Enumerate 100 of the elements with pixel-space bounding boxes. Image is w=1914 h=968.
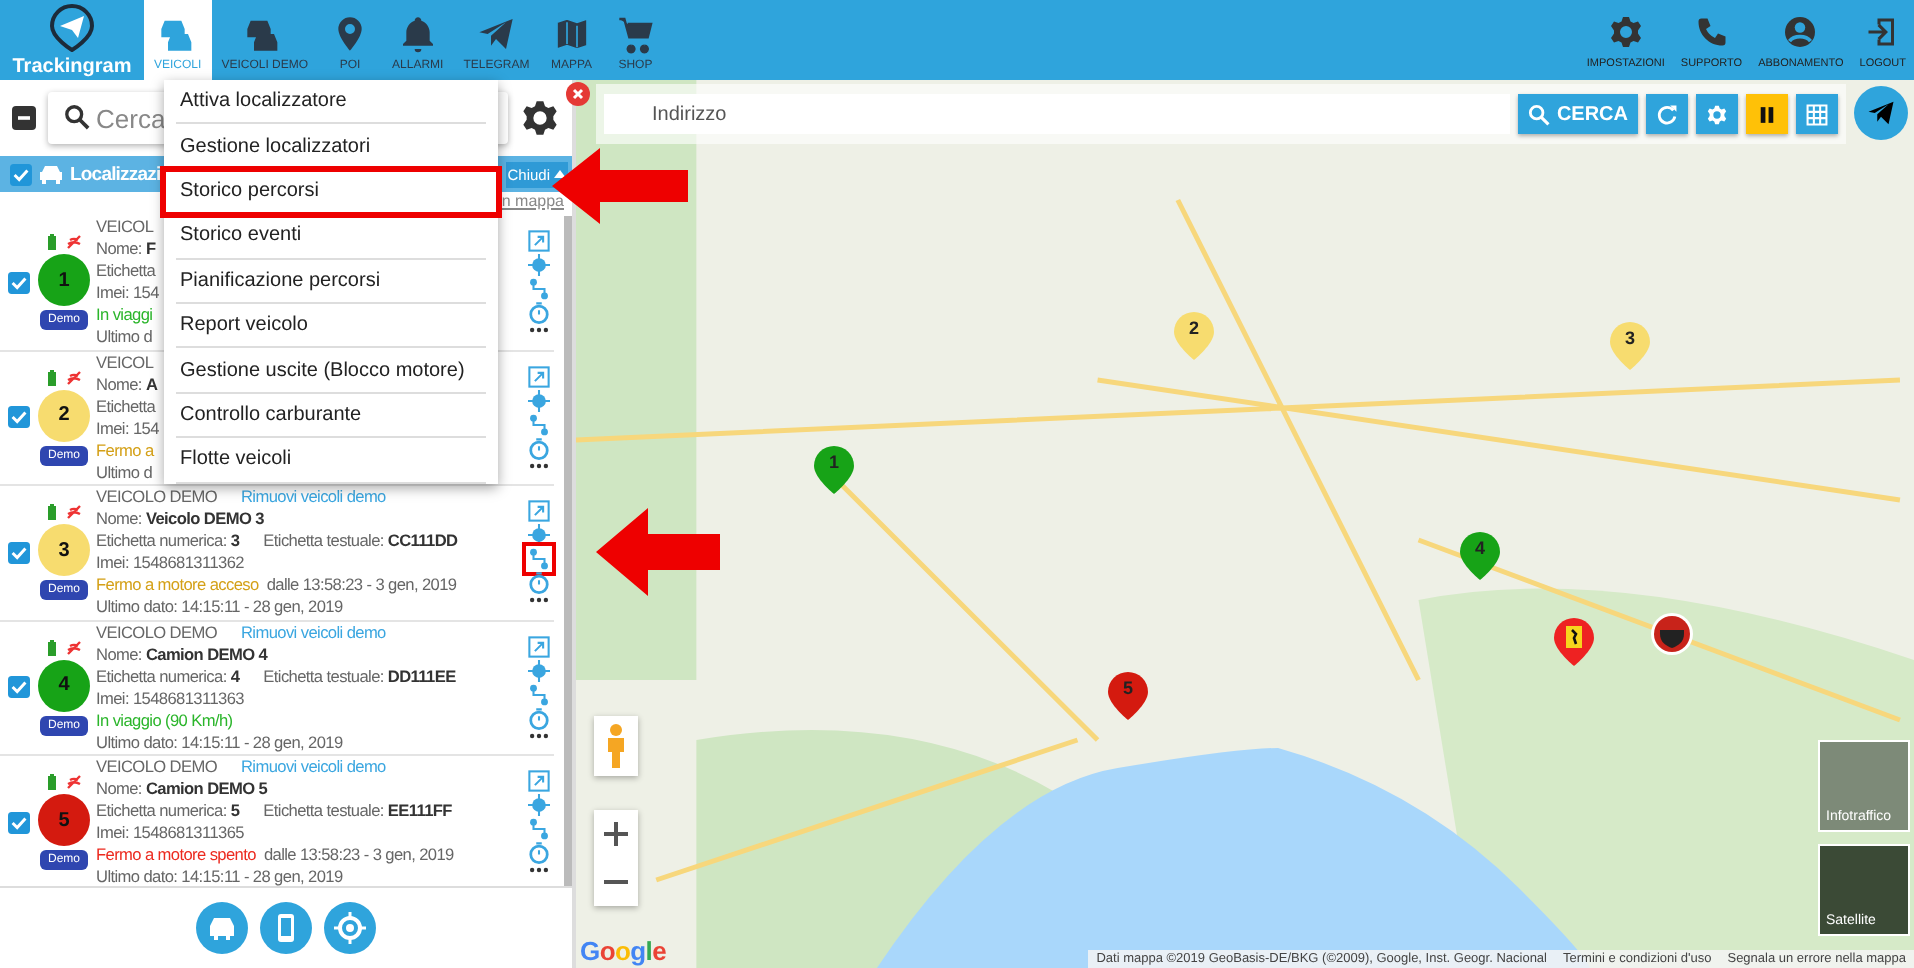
vehicle-status: In viaggi <box>96 304 153 327</box>
status-time: dalle 13:58:23 - 3 gen, 2019 <box>263 844 454 867</box>
expand-icon[interactable] <box>527 500 549 523</box>
more-icon[interactable] <box>527 731 549 740</box>
menu-item[interactable]: Storico percorsi <box>164 169 498 215</box>
caret-icon <box>554 170 566 178</box>
route-icon[interactable] <box>527 683 549 706</box>
last-data: Ultimo d <box>96 461 155 484</box>
settings-icon[interactable] <box>520 98 560 138</box>
menu-item[interactable]: Gestione localizzatori <box>176 124 486 170</box>
more-icon[interactable] <box>527 326 549 335</box>
map-logo: Google <box>580 936 667 966</box>
gear-icon <box>1607 14 1644 50</box>
expand-icon[interactable] <box>527 230 549 253</box>
vehicle-label: Etichetta numerica: 5 <box>96 800 240 823</box>
signal-off-icon <box>65 774 81 791</box>
vehicle-name: Nome: Camion DEMO 5 <box>96 778 270 801</box>
vehicle-type: VEICOLO DEMO <box>96 621 217 644</box>
grid-icon <box>1806 103 1828 125</box>
vehicle-status: Fermo a motore spento <box>96 844 256 867</box>
marker-number: 4 <box>1472 538 1487 558</box>
car-icon <box>206 912 238 944</box>
checkbox[interactable] <box>8 811 30 834</box>
pause-button[interactable] <box>1746 94 1788 134</box>
zoom-out-button[interactable] <box>594 858 638 906</box>
menu-item[interactable]: Storico eventi <box>176 214 486 260</box>
crosshair-icon[interactable] <box>527 794 549 817</box>
select-all-checkbox[interactable] <box>12 106 36 130</box>
checkbox[interactable] <box>8 271 30 294</box>
more-icon[interactable] <box>527 866 549 875</box>
plus-icon <box>604 822 628 846</box>
route-icon[interactable] <box>527 278 549 301</box>
marker-number: 5 <box>1120 678 1135 698</box>
signal-off-icon <box>65 504 81 521</box>
expand-icon[interactable] <box>527 770 549 793</box>
checkbox[interactable] <box>8 541 30 564</box>
address-field[interactable]: Indirizzo <box>604 94 1511 134</box>
menu-item[interactable]: Pianificazione percorsi <box>176 259 486 304</box>
battery-icon <box>47 369 55 386</box>
close-icon[interactable] <box>566 82 590 106</box>
route-icon[interactable] <box>527 413 549 436</box>
devices-button[interactable] <box>260 902 312 954</box>
map-link[interactable]: n mappa <box>501 192 564 216</box>
car-icon <box>38 164 64 184</box>
search-icon <box>1528 103 1551 125</box>
logo-text: Trackingram <box>12 55 132 77</box>
expand-icon[interactable] <box>527 635 549 658</box>
map-marker[interactable] <box>812 444 856 496</box>
vehicle-label: Etichetta numerica: 4 <box>96 665 240 688</box>
account-icon <box>1782 14 1819 50</box>
stopwatch-icon[interactable] <box>527 572 549 595</box>
shield-logo-marker-icon[interactable] <box>1650 612 1694 656</box>
map-marker[interactable] <box>1172 310 1216 362</box>
battery-icon <box>47 234 55 251</box>
menu-item[interactable]: Report veicolo <box>176 303 486 349</box>
vehicle-imei: Imei: 1548681311362 <box>96 552 246 575</box>
vehicle-imei: Imei: 154 <box>96 417 161 440</box>
map-drawing[interactable] <box>576 80 1914 968</box>
vehicle-type: VEICOL <box>96 351 154 374</box>
last-data: Ultimo dato: 14:15:11 - 28 gen, 2019 <box>96 866 345 886</box>
menu-item[interactable]: Gestione uscite (Blocco motore) <box>176 348 486 394</box>
map-marker[interactable] <box>1608 320 1652 372</box>
route-icon[interactable] <box>527 818 549 841</box>
checkbox[interactable] <box>10 163 32 185</box>
bell-icon <box>397 14 438 54</box>
signal-off-icon <box>65 234 81 251</box>
menu-item[interactable]: Controllo carburante <box>176 393 486 439</box>
folded-map-icon <box>551 14 592 54</box>
paper-plane-icon <box>476 14 517 54</box>
more-icon[interactable] <box>527 596 549 605</box>
street-view-button[interactable] <box>594 716 638 776</box>
menu-item[interactable]: Attiva localizzatore <box>176 80 486 125</box>
vehicles-button[interactable] <box>196 902 248 954</box>
refresh-button[interactable] <box>1646 94 1688 134</box>
refresh-icon <box>1656 103 1678 125</box>
vehicle-label: Etichetta numerica: 3 <box>96 530 240 553</box>
vehicle-name: Nome: Veicolo DEMO 3 <box>96 508 266 531</box>
map-marker[interactable] <box>1106 670 1150 722</box>
vehicle-status: Fermo a motore acceso <box>96 574 259 597</box>
crosshair-icon[interactable] <box>527 389 549 412</box>
locate-button[interactable] <box>324 902 376 954</box>
menu-item[interactable]: Flotte veicoli <box>176 438 486 484</box>
battery-icon <box>47 504 55 521</box>
vehicle-type: VEICOLO DEMO <box>96 756 217 779</box>
vehicle-marker: 2 <box>38 389 90 442</box>
expand-icon[interactable] <box>527 365 549 388</box>
zoom-in-button[interactable] <box>594 810 638 858</box>
annotation-arrow <box>596 508 720 596</box>
vehicle-name: Nome: Camion DEMO 4 <box>96 643 270 666</box>
pause-icon <box>1756 103 1778 125</box>
map-marker[interactable] <box>1458 530 1502 582</box>
more-icon[interactable] <box>527 461 549 470</box>
crosshair-icon[interactable] <box>527 254 549 277</box>
group-title: Localizzazi <box>70 163 161 185</box>
vehicle-imei: Imei: 1548681311363 <box>96 687 246 710</box>
person-icon <box>606 724 626 768</box>
checkbox[interactable] <box>8 406 30 429</box>
checkbox[interactable] <box>8 676 30 699</box>
crosshair-icon[interactable] <box>527 524 549 547</box>
crosshair-icon[interactable] <box>527 659 549 682</box>
